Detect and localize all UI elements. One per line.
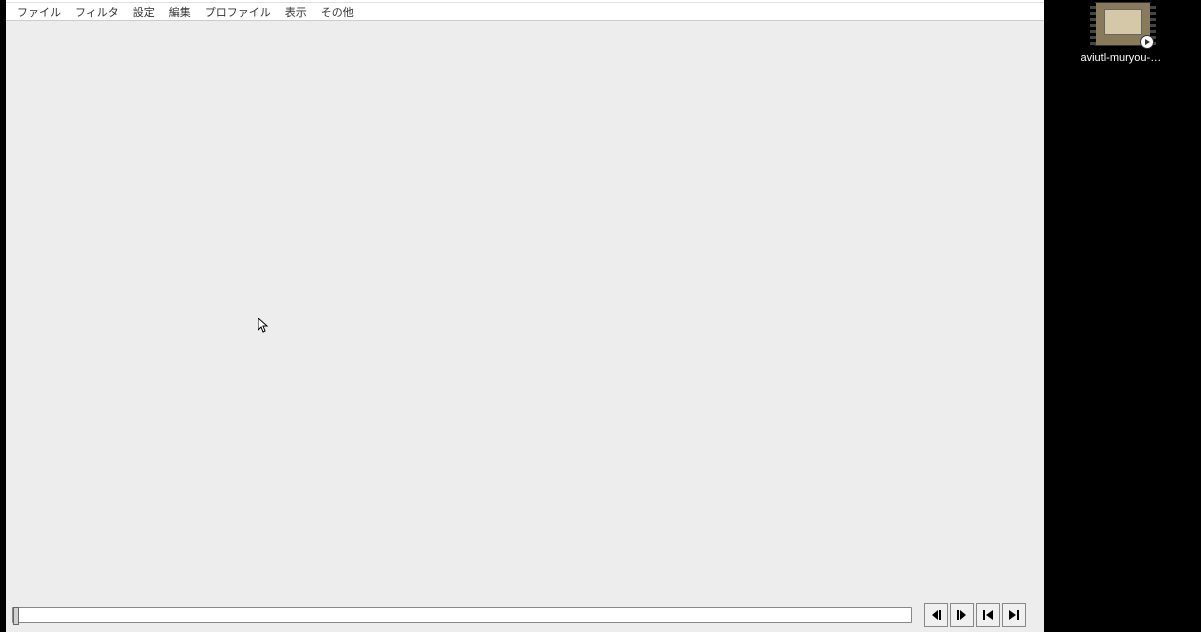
menu-profile[interactable]: プロファイル (198, 2, 278, 22)
go-start-button[interactable] (976, 603, 1000, 627)
desktop-file-label: aviutl-muryou-g... (1081, 52, 1165, 64)
desktop-background[interactable]: aviutl-muryou-g... (1044, 0, 1201, 632)
prev-frame-button[interactable] (924, 603, 948, 627)
video-preview-icon (1104, 9, 1142, 35)
aviutl-window: ファイル フィルタ 設定 編集 プロファイル 表示 その他 (6, 0, 1044, 632)
go-end-icon (1006, 607, 1022, 623)
menu-edit[interactable]: 編集 (162, 2, 198, 22)
video-thumbnail-icon (1095, 2, 1151, 46)
mouse-cursor-icon (258, 318, 270, 334)
next-frame-button[interactable] (950, 603, 974, 627)
preview-canvas[interactable] (6, 21, 1044, 598)
menu-other[interactable]: その他 (314, 2, 361, 22)
menu-bar: ファイル フィルタ 設定 編集 プロファイル 表示 その他 (6, 3, 1044, 21)
play-badge-icon (1140, 35, 1154, 49)
timeline-slider[interactable] (12, 607, 912, 623)
desktop-video-file[interactable]: aviutl-muryou-g... (1088, 2, 1158, 64)
go-end-button[interactable] (1002, 603, 1026, 627)
menu-filter[interactable]: フィルタ (68, 2, 126, 22)
next-frame-icon (954, 607, 970, 623)
nav-button-group (924, 603, 1026, 627)
timeline-thumb[interactable] (13, 607, 19, 625)
go-start-icon (980, 607, 996, 623)
menu-file[interactable]: ファイル (10, 2, 68, 22)
menu-settings[interactable]: 設定 (126, 2, 162, 22)
menu-view[interactable]: 表示 (278, 2, 314, 22)
prev-frame-icon (928, 607, 944, 623)
film-strip-left-icon (1090, 3, 1096, 45)
playback-controls (6, 598, 1044, 632)
